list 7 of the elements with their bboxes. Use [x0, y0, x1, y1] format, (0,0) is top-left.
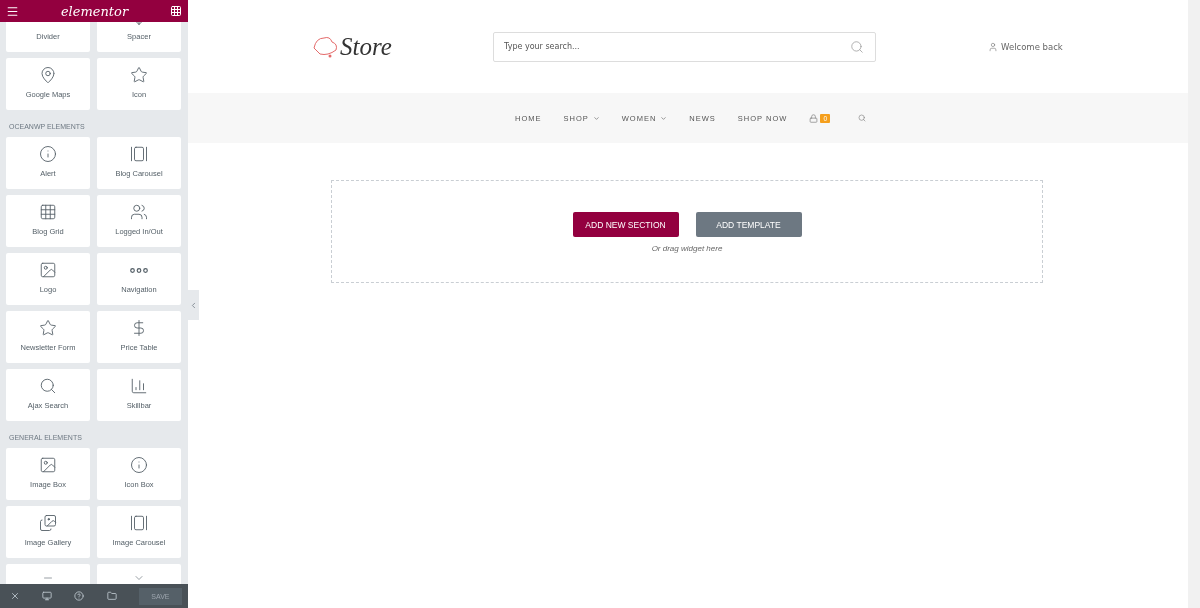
search-field[interactable]: Type your search... [493, 31, 876, 62]
site-logo[interactable]: Store [340, 32, 392, 61]
brand-logo: elementor [60, 3, 129, 19]
drop-hint: Or drag widget here [651, 244, 723, 253]
add-template-button[interactable]: ADD TEMPLATE [695, 212, 802, 237]
account-link[interactable]: Welcome back [1001, 41, 1063, 52]
add-section-button[interactable]: ADD NEW SECTION [572, 212, 679, 237]
